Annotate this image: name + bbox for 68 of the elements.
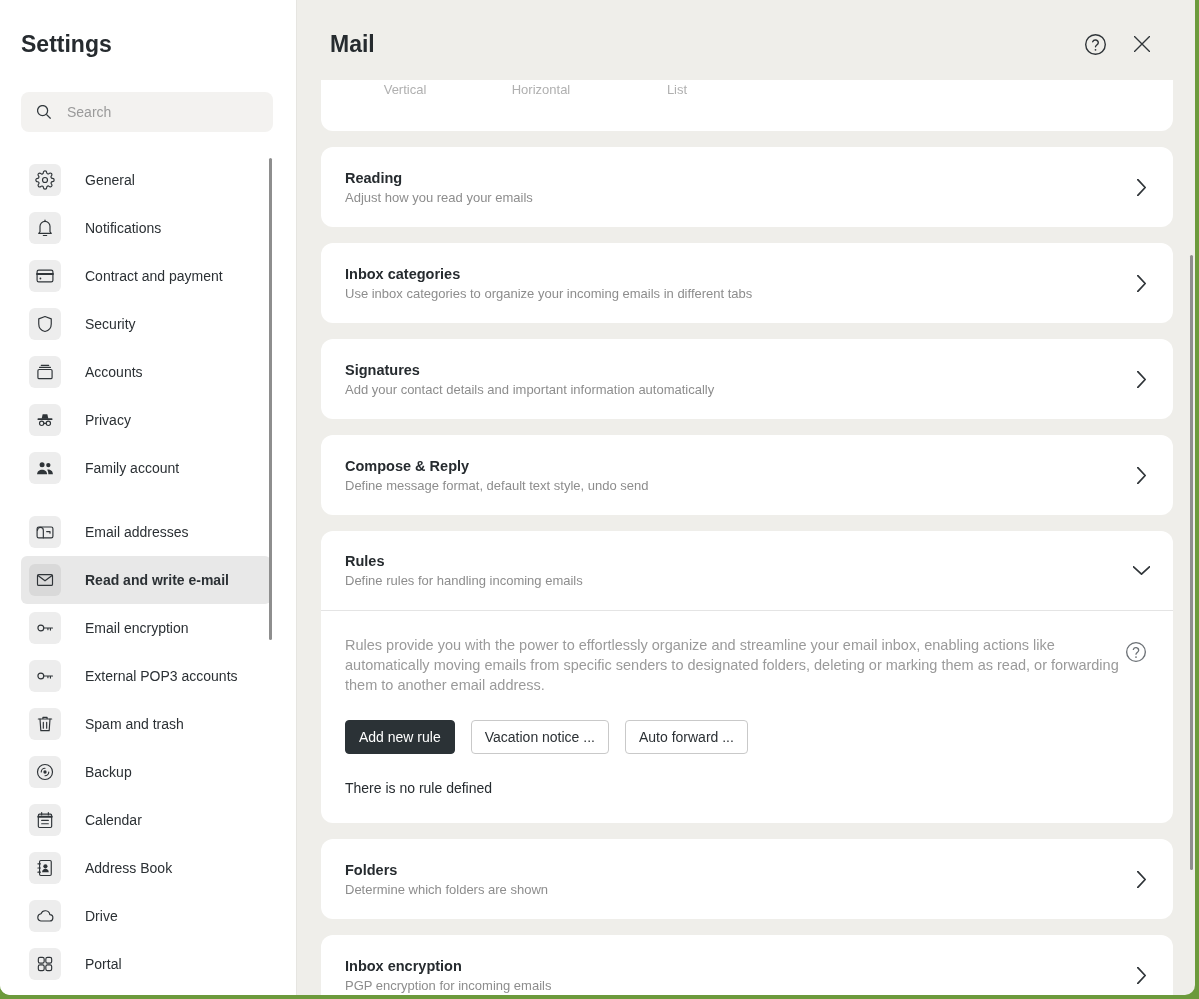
sidebar-item[interactable]: Family account bbox=[21, 444, 271, 492]
chevron-right-icon[interactable] bbox=[1137, 370, 1146, 388]
chevron-right-icon[interactable] bbox=[1137, 466, 1146, 484]
chevron-right-icon[interactable] bbox=[1137, 870, 1146, 888]
sidebar-item[interactable]: Address Book bbox=[21, 844, 271, 892]
search-field[interactable]: Search bbox=[21, 92, 273, 132]
secondary-button[interactable]: Auto forward ... bbox=[624, 720, 748, 754]
section-description: Add your contact details and important information automatically bbox=[345, 380, 715, 398]
help-icon[interactable] bbox=[1085, 33, 1106, 55]
calendar-icon bbox=[29, 804, 61, 836]
key-icon bbox=[29, 612, 61, 644]
sidebar-item[interactable]: Security bbox=[21, 300, 271, 348]
section-description: Define rules for handling incoming emails bbox=[345, 572, 583, 589]
chevron-right-icon[interactable] bbox=[1137, 966, 1146, 984]
bell-icon bbox=[29, 212, 61, 244]
empty-message: There is no rule defined bbox=[345, 779, 493, 797]
sidebar-item[interactable]: Drive bbox=[21, 892, 271, 940]
sidebar-item[interactable]: Email encryption bbox=[21, 604, 271, 652]
sidebar-item[interactable]: Contract and payment bbox=[21, 252, 271, 300]
spy-icon bbox=[29, 404, 61, 436]
sidebar-item[interactable]: General bbox=[21, 156, 271, 204]
mailbox-icon bbox=[29, 516, 61, 548]
section-description: Define message format, default text style, undo send bbox=[345, 476, 649, 494]
sidebar-item[interactable]: Spam and trash bbox=[21, 700, 271, 748]
chevron-down-icon[interactable] bbox=[1133, 566, 1150, 575]
scrollbar-thumb[interactable] bbox=[1190, 255, 1193, 870]
sidebar-item[interactable]: Accounts bbox=[21, 348, 271, 396]
sidebar-item[interactable]: Backup bbox=[21, 748, 271, 796]
sidebar-item[interactable]: Privacy bbox=[21, 396, 271, 444]
grid-icon bbox=[29, 948, 61, 980]
sidebar-item[interactable]: Portal bbox=[21, 940, 271, 988]
secondary-button[interactable]: Vacation notice ... bbox=[470, 720, 609, 754]
gear-icon bbox=[29, 164, 61, 196]
section-description: PGP encryption for incoming emails bbox=[345, 976, 552, 994]
people-icon bbox=[29, 452, 61, 484]
sidebar-item[interactable]: External POP3 accounts bbox=[21, 652, 271, 700]
section-title: Rules bbox=[345, 552, 385, 570]
section-title: Folders bbox=[345, 860, 398, 879]
section-title: Inbox encryption bbox=[345, 956, 462, 975]
sidebar-title: Settings bbox=[21, 30, 113, 58]
primary-button[interactable]: Add new rule bbox=[345, 720, 455, 754]
chevron-right-icon[interactable] bbox=[1137, 274, 1146, 292]
page-title: Mail bbox=[330, 30, 375, 58]
scrollbar-thumb[interactable] bbox=[269, 158, 272, 640]
sidebar-item[interactable]: Email addresses bbox=[21, 508, 271, 556]
close-icon[interactable] bbox=[1134, 36, 1150, 52]
search-icon bbox=[37, 105, 51, 119]
section-title: Inbox categories bbox=[345, 264, 461, 283]
shield-icon bbox=[29, 308, 61, 340]
sidebar-item[interactable]: Calendar bbox=[21, 796, 271, 844]
section-title: Reading bbox=[345, 168, 403, 187]
stack-icon bbox=[29, 356, 61, 388]
help-icon[interactable] bbox=[1126, 642, 1146, 662]
trash-icon bbox=[29, 708, 61, 740]
chevron-right-icon[interactable] bbox=[1137, 178, 1146, 196]
contact-card-icon bbox=[29, 852, 61, 884]
section-description: Use inbox categories to organize your incoming emails in different tabs bbox=[345, 284, 753, 302]
sidebar-item[interactable]: Read and write e-mail bbox=[21, 556, 271, 604]
sidebar-item[interactable]: Notifications bbox=[21, 204, 271, 252]
credit-card-icon bbox=[29, 260, 61, 292]
key-icon bbox=[29, 660, 61, 692]
cloud-icon bbox=[29, 900, 61, 932]
envelope-icon bbox=[29, 564, 61, 596]
section-description: Adjust how you read your emails bbox=[345, 188, 533, 206]
section-title: Compose & Reply bbox=[345, 456, 470, 475]
section-title: Signatures bbox=[345, 360, 420, 379]
section-description: Determine which folders are shown bbox=[345, 880, 549, 898]
info-paragraph: Rules provide you with the power to effortlessly organize and streamline your email inbox, enabling actions like automatically moving emails from specific senders to designated folders, deleting or marking them as read, or forwarding them to another email address. bbox=[345, 636, 1120, 695]
